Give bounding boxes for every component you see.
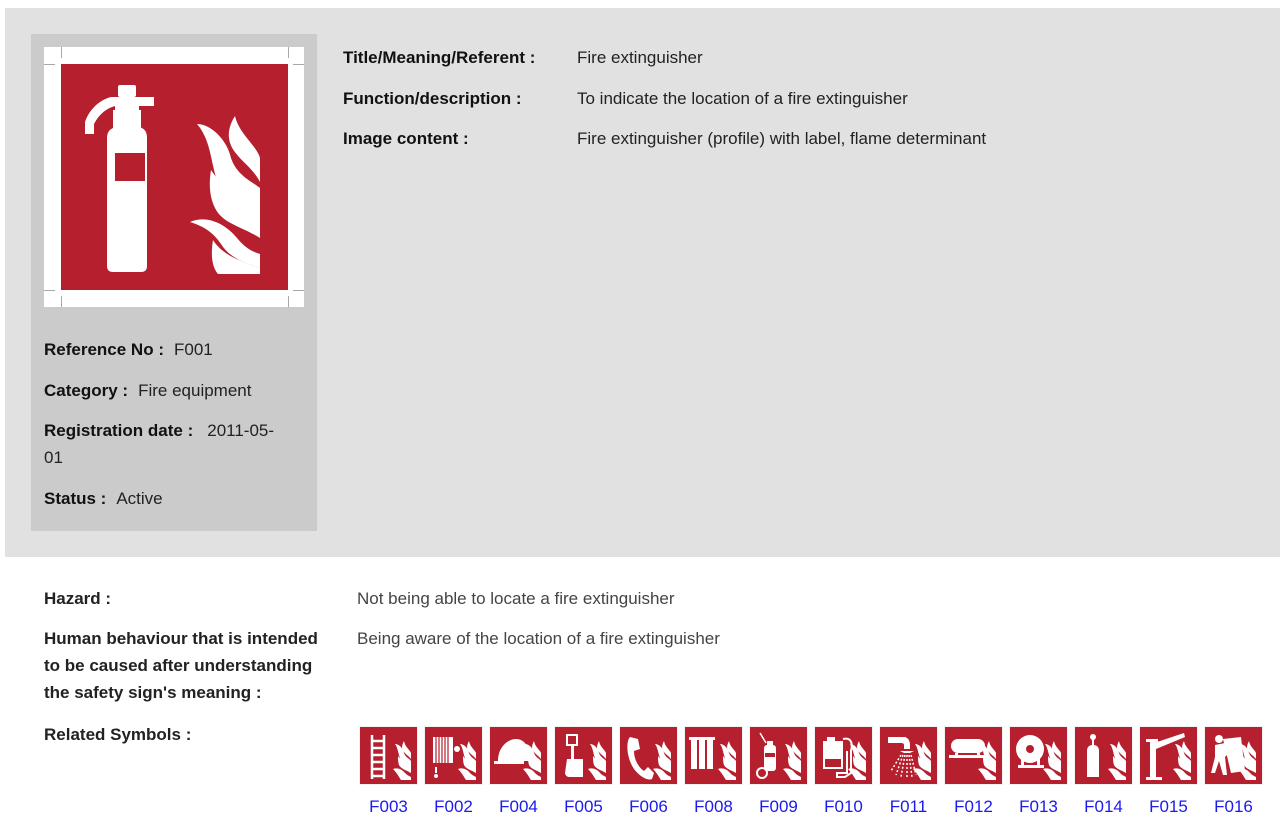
related-symbol-code[interactable]: F006 (629, 796, 668, 818)
crop-mark (44, 64, 55, 65)
fire-hose-reel-icon[interactable] (1010, 727, 1067, 784)
crop-mark (288, 47, 289, 58)
fire-hydrant-cover-icon (494, 739, 541, 780)
category: Category : Fire equipment (44, 377, 304, 404)
emergency-telephone-icon (627, 737, 671, 780)
related-symbol-f015[interactable]: F015 (1140, 727, 1197, 818)
registration-date-value: 2011-05- (207, 421, 275, 440)
crop-mark (61, 296, 62, 307)
image-content-label: Image content : (343, 129, 469, 148)
fire-hose-reel-icon (1016, 735, 1061, 780)
related-symbol-f004[interactable]: F004 (490, 727, 547, 818)
fire-extinguisher-icon (85, 85, 260, 274)
hazard-label: Hazard : (44, 589, 112, 608)
registration-date: Registration date : 2011-05- 01 (44, 417, 304, 471)
hose-reel-icon (433, 737, 476, 780)
fire-blanket-icon (1211, 735, 1256, 780)
title-value: Fire extinguisher (577, 48, 703, 67)
behaviour-label-line: to be caused after understanding (44, 656, 313, 675)
related-symbol-code[interactable]: F010 (824, 796, 863, 818)
related-symbol-code[interactable]: F014 (1084, 796, 1123, 818)
related-symbol-f013[interactable]: F013 (1010, 727, 1067, 818)
related-symbol-code[interactable]: F003 (369, 796, 408, 818)
dry-riser-inlet-icon[interactable] (815, 727, 872, 784)
related-symbol-code[interactable]: F004 (499, 796, 538, 818)
fire-monitor-icon (1146, 733, 1191, 780)
reference-no-value: F001 (173, 340, 213, 359)
dry-riser-inlet-icon (823, 737, 866, 780)
reference-no: Reference No : F001 (44, 336, 304, 363)
sprinkler-icon[interactable] (880, 727, 937, 784)
related-symbol-code[interactable]: F005 (564, 796, 603, 818)
hose-reel-icon[interactable] (425, 727, 482, 784)
gas-cylinder-icon[interactable] (1075, 727, 1132, 784)
fire-alarm-call-point-icon (565, 734, 606, 780)
crop-mark (293, 64, 304, 65)
ladder-icon (370, 735, 411, 780)
fire-extinguisher-sign-icon (61, 64, 288, 290)
hazard-value: Not being able to locate a fire extingui… (357, 589, 675, 608)
wheeled-extinguisher-icon (756, 732, 801, 780)
related-symbol-f016[interactable]: F016 (1205, 727, 1262, 818)
related-symbol-f006[interactable]: F006 (620, 727, 677, 818)
related-symbol-f010[interactable]: F010 (815, 727, 872, 818)
registration-date-value-cont: 01 (44, 448, 63, 467)
fixed-fire-suppression-tank-icon (949, 739, 996, 780)
fire-hydrant-cover-icon[interactable] (490, 727, 547, 784)
behaviour-label-line: Human behaviour that is intended (44, 629, 318, 648)
title-label: Title/Meaning/Referent : (343, 48, 536, 67)
crop-mark (293, 290, 304, 291)
sign-summary-sidebar: Reference No : F001 Category : Fire equipm… (31, 34, 317, 531)
ladder-icon[interactable] (360, 727, 417, 784)
related-symbol-code[interactable]: F015 (1149, 796, 1188, 818)
category-value: Fire equipment (138, 381, 252, 400)
related-symbol-f011[interactable]: F011 (880, 727, 937, 818)
fixed-fire-suppression-tank-icon[interactable] (945, 727, 1002, 784)
wheeled-extinguisher-icon[interactable] (750, 727, 807, 784)
related-symbol-f009[interactable]: F009 (750, 727, 807, 818)
behaviour-value: Being aware of the location of a fire ex… (357, 629, 720, 648)
related-symbol-code[interactable]: F013 (1019, 796, 1058, 818)
fire-monitor-icon[interactable] (1140, 727, 1197, 784)
function-label: Function/description : (343, 89, 522, 108)
image-content-value: Fire extinguisher (profile) with label, … (577, 129, 987, 148)
related-symbol-code[interactable]: F012 (954, 796, 993, 818)
fire-blanket-icon[interactable] (1205, 727, 1262, 784)
fire-extinguishers-row-icon[interactable] (685, 727, 742, 784)
fire-extinguishers-row-icon (689, 737, 736, 780)
category-label: Category : (44, 381, 129, 400)
registration-date-label: Registration date : (44, 421, 194, 440)
related-symbol-f003[interactable]: F003 (360, 727, 417, 818)
related-symbol-f012[interactable]: F012 (945, 727, 1002, 818)
crop-mark (44, 290, 55, 291)
related-symbols-label: Related Symbols : (44, 725, 192, 744)
emergency-telephone-icon[interactable] (620, 727, 677, 784)
status-value: Active (116, 489, 163, 508)
related-symbols-list: F003 F002 F004 F005 F006 F008 F009 F010 F011 F012… (360, 727, 1262, 818)
sign-image (44, 47, 304, 307)
related-symbol-f002[interactable]: F002 (425, 727, 482, 818)
related-symbol-code[interactable]: F009 (759, 796, 798, 818)
related-symbol-code[interactable]: F011 (890, 796, 928, 818)
reference-no-label: Reference No : (44, 340, 164, 359)
gas-cylinder-icon (1087, 734, 1126, 780)
status-label: Status : (44, 489, 107, 508)
crop-mark (288, 296, 289, 307)
related-symbol-f014[interactable]: F014 (1075, 727, 1132, 818)
sprinkler-icon (888, 737, 931, 780)
status: Status : Active (44, 485, 304, 512)
sign-detail-panel: Reference No : F001 Category : Fire equipm… (5, 8, 1280, 557)
function-value: To indicate the location of a fire extin… (577, 89, 908, 108)
fire-alarm-call-point-icon[interactable] (555, 727, 612, 784)
behaviour-label: Human behaviour that is intended to be c… (44, 625, 344, 706)
related-symbol-f005[interactable]: F005 (555, 727, 612, 818)
related-symbol-code[interactable]: F016 (1214, 796, 1253, 818)
behaviour-label-line: the safety sign's meaning : (44, 683, 262, 702)
related-symbol-f008[interactable]: F008 (685, 727, 742, 818)
crop-mark (61, 47, 62, 58)
related-symbol-code[interactable]: F008 (694, 796, 733, 818)
related-symbol-code[interactable]: F002 (434, 796, 473, 818)
